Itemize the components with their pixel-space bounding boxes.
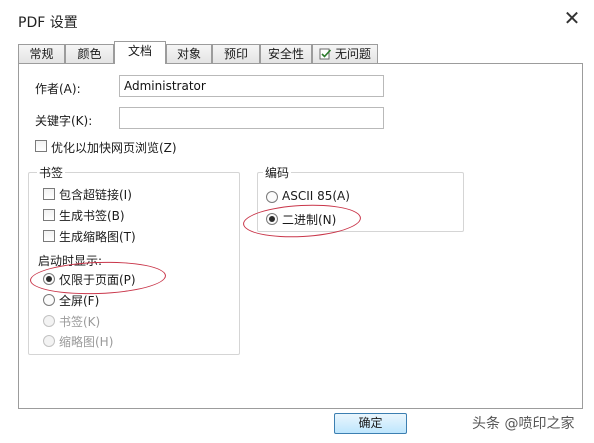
ascii85-radio[interactable] [266, 191, 278, 203]
ascii85-label: ASCII 85(A) [282, 189, 350, 203]
tab-security[interactable]: 安全性 [260, 44, 312, 63]
thumbnails-radio-label: 缩略图(H) [59, 335, 114, 349]
fullscreen-radio[interactable] [43, 294, 55, 306]
dialog-title: PDF 设置 [18, 15, 78, 31]
optimize-checkbox[interactable] [35, 140, 47, 152]
keywords-field[interactable] [119, 107, 384, 129]
bookmarks-radio-label: 书签(K) [59, 315, 101, 329]
generate-thumbnails-checkbox[interactable] [43, 230, 55, 242]
tab-color[interactable]: 颜色 [65, 44, 114, 63]
optimize-label: 优化以加快网页浏览(Z) [51, 141, 177, 155]
tab-label: 文档 [127, 44, 152, 58]
tab-label: 无问题 [334, 47, 371, 61]
include-hyperlinks-checkbox[interactable] [43, 188, 55, 200]
thumbnails-radio [43, 335, 55, 347]
author-label: 作者(A): [35, 82, 81, 96]
generate-thumbnails-label: 生成缩略图(T) [59, 230, 136, 244]
tab-label: 常规 [29, 47, 54, 61]
tab-general[interactable]: 常规 [18, 44, 65, 63]
tab-label: 颜色 [77, 47, 102, 61]
watermark-text: 头条 @喷印之家 [472, 416, 575, 432]
bookmarks-radio [43, 315, 55, 327]
fullscreen-label: 全屏(F) [59, 294, 100, 308]
check-document-icon [319, 48, 332, 60]
ok-button[interactable]: 确定 [334, 413, 407, 434]
tab-preprint[interactable]: 预印 [212, 44, 260, 63]
include-hyperlinks-label: 包含超链接(I) [59, 188, 132, 202]
author-field[interactable]: Administrator [119, 75, 384, 97]
bookmarks-group-title: 书签 [37, 164, 66, 181]
tab-label: 对象 [176, 47, 201, 61]
keywords-label: 关键字(K): [35, 114, 93, 128]
tab-no-problem[interactable]: 无问题 [312, 44, 378, 63]
encoding-group-title: 编码 [263, 164, 292, 181]
tab-label: 安全性 [267, 47, 304, 61]
tab-object[interactable]: 对象 [166, 44, 212, 63]
generate-bookmarks-label: 生成书签(B) [59, 209, 125, 223]
tab-document[interactable]: 文档 [114, 41, 166, 64]
tab-label: 预印 [223, 47, 248, 61]
close-icon[interactable]: ✕ [562, 8, 582, 28]
generate-bookmarks-checkbox[interactable] [43, 209, 55, 221]
